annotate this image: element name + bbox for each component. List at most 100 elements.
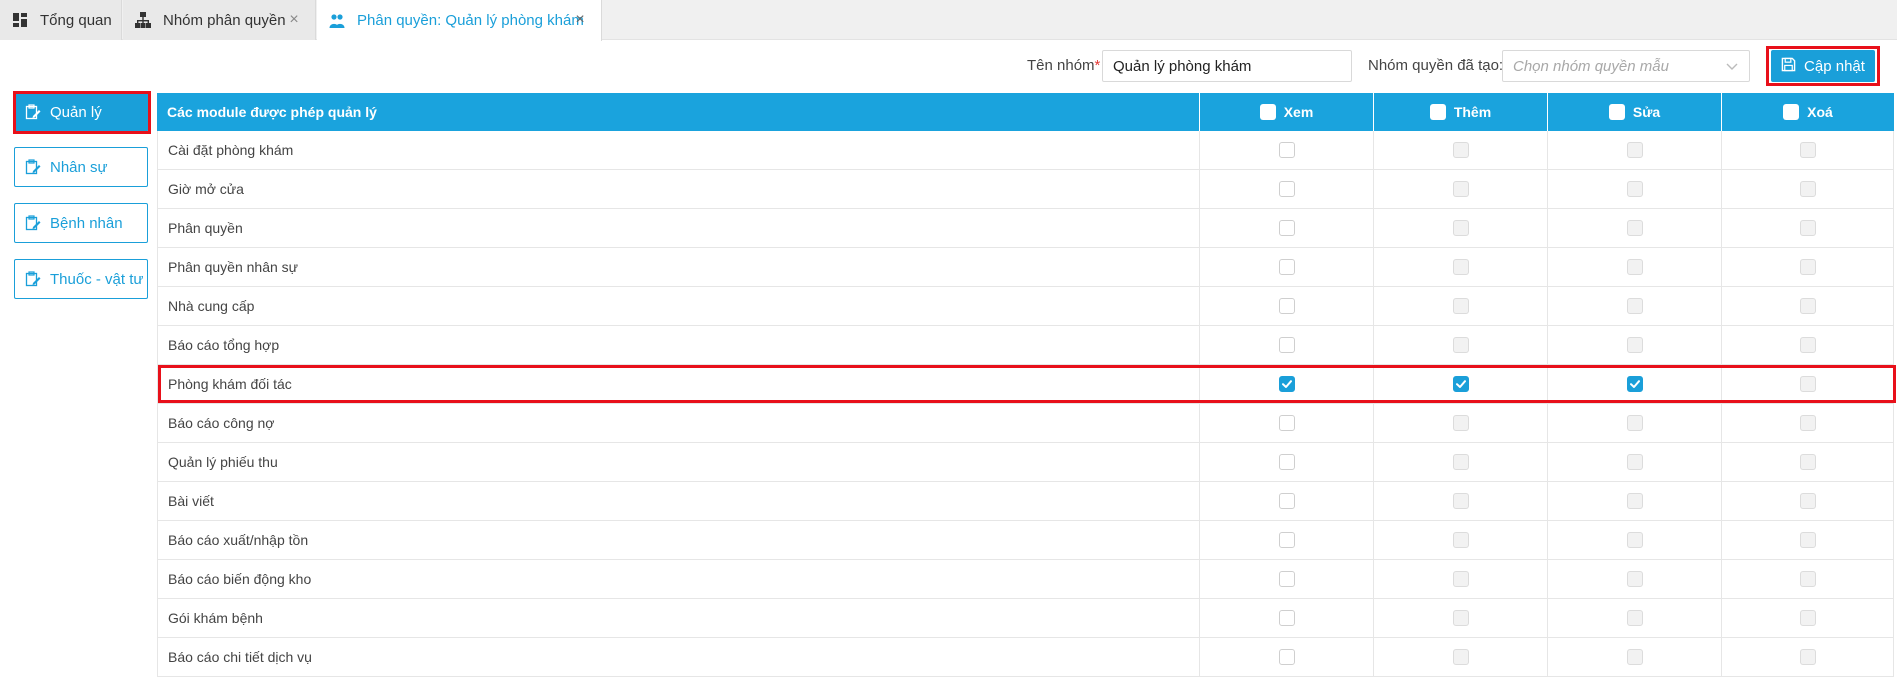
module-name: Phân quyền <box>157 209 1200 247</box>
permission-cell-add <box>1374 209 1548 247</box>
permission-cell-view <box>1200 248 1374 286</box>
permission-cell-delete <box>1722 560 1894 598</box>
view-checkbox[interactable] <box>1278 337 1295 353</box>
tab-permission-groups[interactable]: Nhóm phân quyền × <box>123 0 316 40</box>
edit-checkbox[interactable] <box>1626 649 1643 665</box>
select-all-view-checkbox[interactable] <box>1259 104 1276 120</box>
delete-checkbox[interactable] <box>1799 142 1816 158</box>
close-icon[interactable]: × <box>287 12 301 28</box>
permission-cell-view <box>1200 131 1374 169</box>
delete-checkbox[interactable] <box>1799 415 1816 431</box>
permission-cell-view <box>1200 482 1374 520</box>
view-checkbox[interactable] <box>1278 376 1295 392</box>
view-checkbox[interactable] <box>1278 142 1295 158</box>
delete-checkbox[interactable] <box>1799 259 1816 275</box>
view-checkbox[interactable] <box>1278 181 1295 197</box>
permission-cell-edit <box>1548 404 1722 442</box>
app-root: Tổng quan Nhóm phân quyền × Phân quyền: … <box>0 0 1897 685</box>
edit-checkbox[interactable] <box>1626 493 1643 509</box>
edit-checkbox[interactable] <box>1626 259 1643 275</box>
add-checkbox[interactable] <box>1452 532 1469 548</box>
delete-checkbox[interactable] <box>1799 298 1816 314</box>
view-checkbox[interactable] <box>1278 649 1295 665</box>
sidebar-item-management[interactable]: Quản lý <box>14 92 148 132</box>
edit-checkbox[interactable] <box>1626 142 1643 158</box>
add-checkbox[interactable] <box>1452 259 1469 275</box>
edit-checkbox[interactable] <box>1626 220 1643 236</box>
add-checkbox[interactable] <box>1452 649 1469 665</box>
add-checkbox[interactable] <box>1452 454 1469 470</box>
delete-checkbox[interactable] <box>1799 649 1816 665</box>
edit-checkbox[interactable] <box>1626 376 1643 392</box>
permission-cell-delete <box>1722 443 1894 481</box>
permission-cell-view <box>1200 209 1374 247</box>
add-checkbox[interactable] <box>1452 571 1469 587</box>
edit-checkbox[interactable] <box>1626 532 1643 548</box>
view-checkbox[interactable] <box>1278 220 1295 236</box>
tab-overview[interactable]: Tổng quan <box>0 0 122 40</box>
add-checkbox[interactable] <box>1452 181 1469 197</box>
update-button[interactable]: Cập nhật <box>1771 50 1875 82</box>
column-header-view: Xem <box>1200 93 1374 131</box>
view-checkbox[interactable] <box>1278 415 1295 431</box>
module-name: Báo cáo xuất/nhập tồn <box>157 521 1200 559</box>
sidebar-item-label: Quản lý <box>50 103 102 121</box>
template-select[interactable]: Chọn nhóm quyền mẫu <box>1502 50 1750 82</box>
view-checkbox[interactable] <box>1278 610 1295 626</box>
delete-checkbox[interactable] <box>1799 454 1816 470</box>
edit-checkbox[interactable] <box>1626 337 1643 353</box>
delete-checkbox[interactable] <box>1799 181 1816 197</box>
view-checkbox[interactable] <box>1278 259 1295 275</box>
module-name: Gói khám bệnh <box>157 599 1200 637</box>
tab-label: Phân quyền: Quản lý phòng khám <box>357 12 584 29</box>
add-checkbox[interactable] <box>1452 415 1469 431</box>
add-checkbox[interactable] <box>1452 610 1469 626</box>
table-row: Phân quyền <box>157 209 1894 248</box>
view-checkbox[interactable] <box>1278 493 1295 509</box>
table-header: Các module được phép quản lý Xem Thêm Sử… <box>157 93 1894 131</box>
group-name-input[interactable] <box>1102 50 1352 82</box>
tab-permission-detail[interactable]: Phân quyền: Quản lý phòng khám × <box>317 0 602 41</box>
table-row: Quản lý phiếu thu <box>157 443 1894 482</box>
view-checkbox[interactable] <box>1278 298 1295 314</box>
permission-cell-delete <box>1722 599 1894 637</box>
add-checkbox[interactable] <box>1452 376 1469 392</box>
permission-cell-edit <box>1548 443 1722 481</box>
sidebar-item-medicine-supplies[interactable]: Thuốc - vật tư <box>14 259 148 299</box>
delete-checkbox[interactable] <box>1799 337 1816 353</box>
edit-checkbox[interactable] <box>1626 571 1643 587</box>
column-header-add: Thêm <box>1374 93 1548 131</box>
delete-checkbox[interactable] <box>1799 220 1816 236</box>
view-checkbox[interactable] <box>1278 532 1295 548</box>
delete-checkbox[interactable] <box>1799 493 1816 509</box>
select-all-edit-checkbox[interactable] <box>1608 104 1625 120</box>
edit-checkbox[interactable] <box>1626 610 1643 626</box>
tab-label: Nhóm phân quyền <box>163 11 286 29</box>
add-checkbox[interactable] <box>1452 337 1469 353</box>
add-checkbox[interactable] <box>1452 220 1469 236</box>
delete-checkbox[interactable] <box>1799 610 1816 626</box>
permission-cell-edit <box>1548 560 1722 598</box>
check-icon <box>1281 380 1292 388</box>
view-checkbox[interactable] <box>1278 571 1295 587</box>
add-checkbox[interactable] <box>1452 142 1469 158</box>
delete-checkbox[interactable] <box>1799 571 1816 587</box>
select-all-delete-checkbox[interactable] <box>1783 104 1800 120</box>
add-checkbox[interactable] <box>1452 493 1469 509</box>
delete-checkbox[interactable] <box>1799 376 1816 392</box>
close-icon[interactable]: × <box>573 12 587 28</box>
permission-cell-add <box>1374 365 1548 403</box>
table-row: Giờ mở cửa <box>157 170 1894 209</box>
edit-checkbox[interactable] <box>1626 181 1643 197</box>
select-all-add-checkbox[interactable] <box>1429 104 1446 120</box>
sidebar-item-label: Thuốc - vật tư <box>50 270 144 288</box>
delete-checkbox[interactable] <box>1799 532 1816 548</box>
edit-checkbox[interactable] <box>1626 415 1643 431</box>
view-checkbox[interactable] <box>1278 454 1295 470</box>
sidebar-item-staff[interactable]: Nhân sự <box>14 147 148 187</box>
edit-checkbox[interactable] <box>1626 298 1643 314</box>
table-row: Gói khám bệnh <box>157 599 1894 638</box>
sidebar-item-patients[interactable]: Bệnh nhân <box>14 203 148 243</box>
add-checkbox[interactable] <box>1452 298 1469 314</box>
edit-checkbox[interactable] <box>1626 454 1643 470</box>
